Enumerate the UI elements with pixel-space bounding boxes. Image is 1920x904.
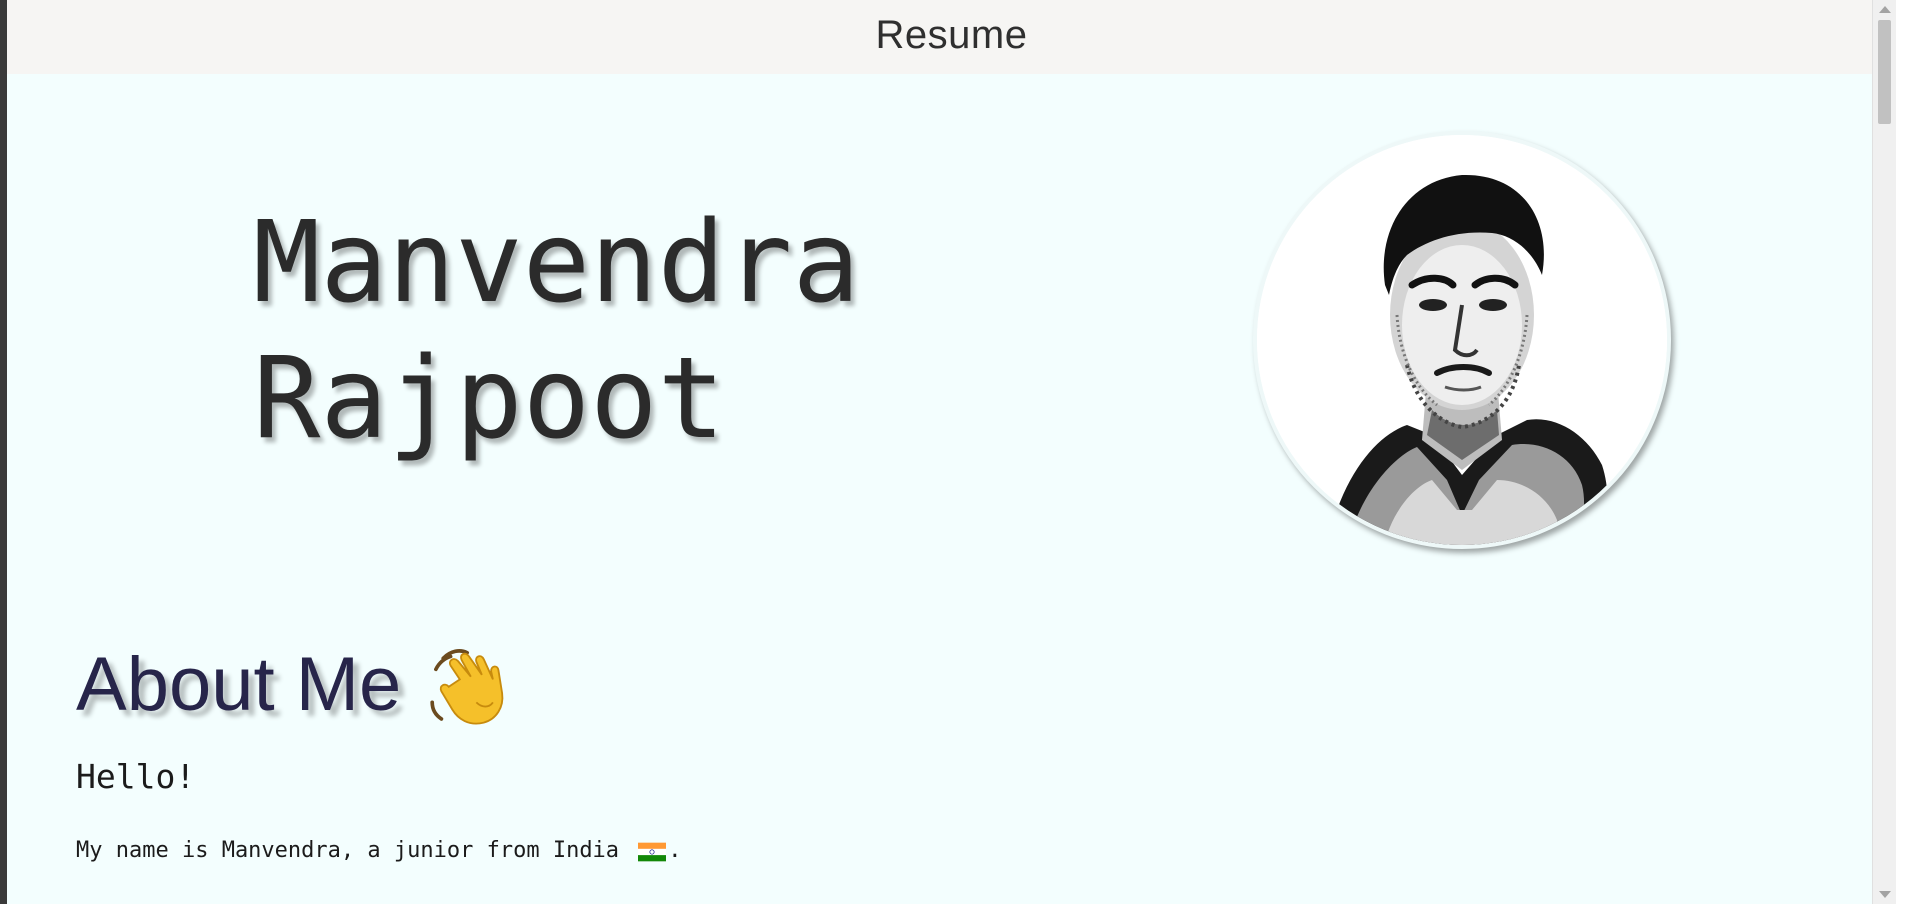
hero-name: Manvendra Rajpoot	[253, 195, 860, 467]
intro-text: My name is Manvendra, a junior from Indi…	[76, 838, 682, 863]
hero-first-name: Manvendra	[253, 198, 860, 328]
vertical-scrollbar[interactable]	[1872, 0, 1896, 904]
page: Resume Manvendra Rajpoot About Me Hello!…	[7, 0, 1896, 904]
page-title: Resume	[875, 12, 1028, 57]
about-heading: About Me	[76, 638, 515, 730]
hero-last-name: Rajpoot	[253, 334, 726, 464]
scroll-down-arrow-icon[interactable]	[1879, 891, 1891, 898]
india-flag-icon	[638, 842, 667, 862]
top-bar: Resume	[7, 0, 1896, 74]
about-heading-text: About Me	[76, 641, 402, 727]
waving-hand-icon	[423, 638, 515, 730]
intro-text-end: .	[668, 838, 682, 863]
intro-text-main: My name is Manvendra, a junior from Indi…	[76, 838, 633, 863]
scroll-up-arrow-icon[interactable]	[1879, 6, 1891, 13]
scrollbar-thumb[interactable]	[1878, 20, 1891, 124]
avatar	[1253, 131, 1671, 549]
window-edge	[0, 0, 7, 904]
greeting: Hello!	[76, 757, 196, 796]
profile-photo-icon	[1257, 135, 1667, 545]
